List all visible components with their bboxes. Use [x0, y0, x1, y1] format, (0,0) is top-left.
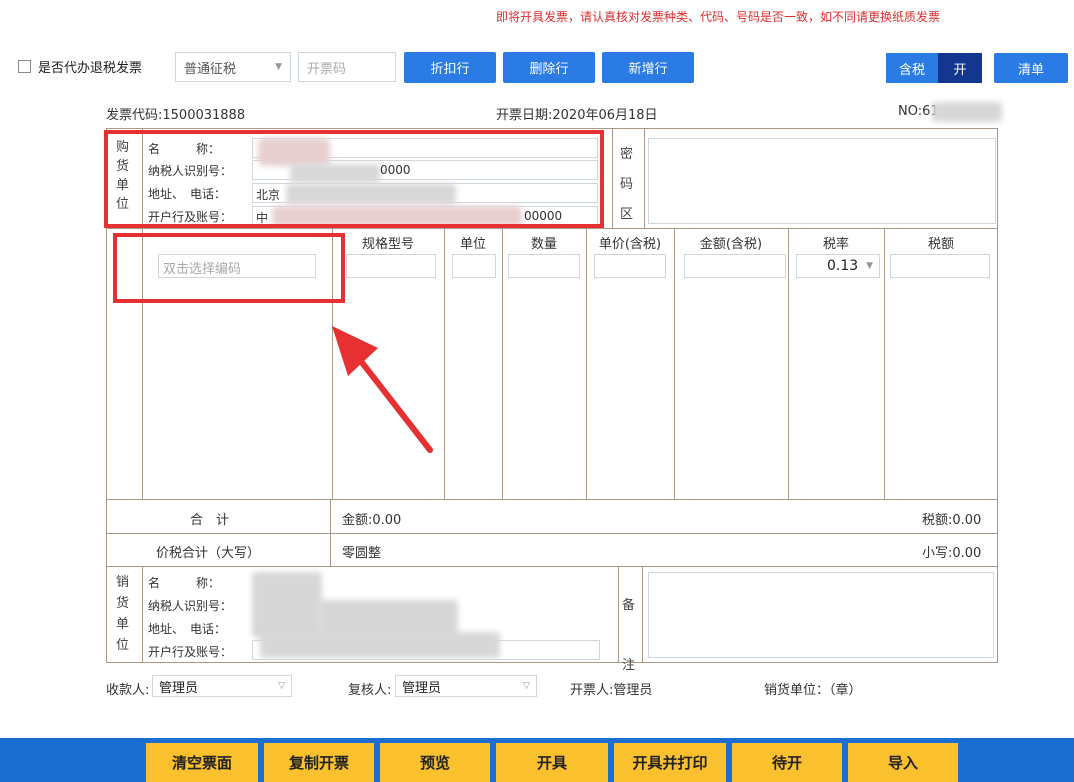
seller-tax-id-label: 纳税人识别号：: [148, 599, 233, 613]
copy-invoice-button[interactable]: 复制开票: [264, 743, 374, 782]
agent-refund-label: 是否代办退税发票: [38, 61, 143, 76]
clear-form-button[interactable]: 清空票面: [146, 743, 258, 782]
redacted-seller-bottom: [260, 632, 500, 658]
notice-text: 即将开具发票，请认真核对发票种类、代码、号码是否一致，如不同请更换纸质发票: [496, 10, 941, 24]
discount-row-button[interactable]: 折扣行: [404, 52, 496, 83]
issue-date: 开票日期:2020年06月18日: [496, 108, 658, 123]
item-tax-amount-input[interactable]: [890, 254, 990, 278]
seller-vertical-label: 销 货 单 位: [116, 575, 130, 653]
tax-rate-value: 0.13: [827, 258, 859, 274]
pointer-arrow-icon: [332, 326, 433, 453]
chevron-down-icon: ▽: [278, 681, 285, 691]
invoice-code-input[interactable]: 开票码: [298, 52, 396, 82]
cipher-area: [648, 138, 996, 224]
column-tax-rate: 税率: [822, 237, 849, 252]
issuer-text: 开票人:管理员: [570, 683, 653, 698]
delete-row-button[interactable]: 删除行: [503, 52, 595, 83]
chevron-down-icon: ▼: [275, 62, 282, 72]
column-unit: 单位: [459, 237, 486, 252]
redacted-seller-left: [252, 572, 322, 638]
pending-button[interactable]: 待开: [732, 743, 842, 782]
reviewer-label: 复核人:: [348, 683, 392, 698]
invoice-code: 发票代码:1500031888: [106, 108, 246, 123]
seller-address-label: 地址、 电话：: [148, 622, 227, 636]
payee-value: 管理员: [159, 680, 199, 696]
column-quantity: 数量: [530, 237, 557, 252]
tax-included-toggle-state[interactable]: 开: [938, 53, 982, 83]
reviewer-select[interactable]: 管理员 ▽: [395, 675, 537, 697]
tax-type-value: 普通征税: [184, 61, 237, 77]
seller-bank-label: 开户行及账号：: [148, 645, 233, 659]
column-amount: 金额(含税): [699, 237, 763, 252]
total-lower: 小写:0.00: [922, 546, 982, 561]
issue-and-print-button[interactable]: 开具并打印: [614, 743, 726, 782]
item-quantity-input[interactable]: [508, 254, 580, 278]
reviewer-value: 管理员: [402, 680, 442, 696]
chevron-down-icon: ▽: [523, 681, 530, 691]
import-button[interactable]: 导入: [848, 743, 958, 782]
cipher-vertical-label: 密 码 区: [620, 147, 634, 222]
column-unit-price: 单价(含税): [598, 237, 662, 252]
remarks-input[interactable]: [648, 572, 994, 658]
redacted-number: [932, 102, 1002, 122]
total-upper: 零圆整: [342, 546, 382, 561]
tax-included-toggle-label[interactable]: 含税: [886, 53, 938, 83]
total-tax: 税额:0.00: [922, 513, 982, 528]
remarks-vertical-label: 备 注: [622, 598, 636, 673]
item-unit-input[interactable]: [452, 254, 496, 278]
payee-select[interactable]: 管理员 ▽: [152, 675, 292, 697]
item-amount-input[interactable]: [684, 254, 786, 278]
item-tax-rate-select[interactable]: 0.13 ▼: [796, 254, 880, 278]
seller-name-label: 名 称：: [148, 576, 221, 590]
add-row-button[interactable]: 新增行: [602, 52, 694, 83]
total-amount: 金额:0.00: [342, 513, 402, 528]
invoice-code-placeholder: 开票码: [307, 61, 347, 77]
seller-stamp-text: 销货单位：（章）: [764, 683, 862, 698]
payee-label: 收款人:: [106, 683, 150, 698]
chevron-down-icon: ▼: [866, 261, 873, 271]
column-tax-amount: 税额: [927, 237, 954, 252]
buyer-highlight-box: [104, 130, 604, 228]
tax-type-select[interactable]: 普通征税 ▼: [175, 52, 291, 82]
item-spec-input[interactable]: [346, 254, 436, 278]
list-button[interactable]: 清单: [994, 53, 1068, 83]
column-spec: 规格型号: [361, 237, 414, 252]
agent-refund-checkbox[interactable]: [18, 60, 31, 73]
issue-button[interactable]: 开具: [496, 743, 608, 782]
total-label: 合 计: [190, 513, 230, 528]
item-name-highlight-box: [113, 233, 345, 303]
item-unit-price-input[interactable]: [594, 254, 666, 278]
preview-button[interactable]: 预览: [380, 743, 490, 782]
total-with-tax-label: 价税合计（大写）: [156, 546, 261, 561]
